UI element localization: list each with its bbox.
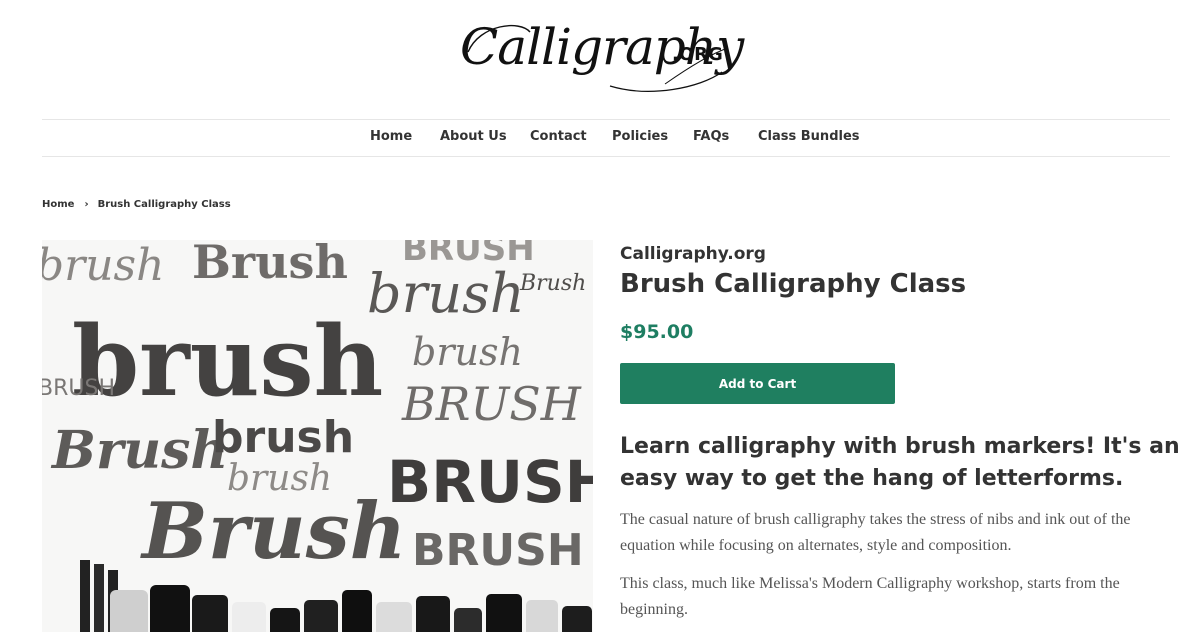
nav-item-policies[interactable]: Policies — [612, 129, 668, 144]
nav-item-home[interactable]: Home — [370, 129, 412, 144]
brush-lettering-artwork: brush Brush BRUSH brush Brush brush BRUS… — [42, 240, 593, 632]
description-heading: Learn calligraphy with brush markers! It… — [620, 434, 1180, 491]
product-vendor[interactable]: Calligraphy.org — [620, 244, 766, 264]
nav-item-faqs[interactable]: FAQs — [693, 129, 729, 144]
lettering-word: brush — [72, 305, 383, 418]
product-image[interactable]: brush Brush BRUSH brush Brush brush BRUS… — [42, 240, 593, 632]
lettering-word: BRUSH — [401, 377, 582, 431]
breadcrumb: Home › Brush Calligraphy Class — [42, 199, 231, 210]
lettering-word: BRUSH — [42, 376, 115, 401]
lettering-word: BRUSH — [412, 525, 584, 576]
nav-item-contact[interactable]: Contact — [530, 129, 587, 144]
breadcrumb-current: Brush Calligraphy Class — [97, 199, 231, 210]
nav-item-about-us[interactable]: About Us — [440, 129, 507, 144]
lettering-word: Brush — [50, 420, 228, 481]
description-paragraph: The casual nature of brush calligraphy t… — [620, 511, 1131, 554]
lettering-word: brush — [42, 240, 164, 291]
logo-org-text: .ORG — [672, 44, 723, 65]
lettering-word: brush — [412, 330, 523, 374]
add-to-cart-button[interactable]: Add to Cart — [620, 363, 895, 404]
lettering-word: Brush — [519, 271, 586, 296]
product-price: $95.00 — [620, 321, 694, 343]
description-paragraph: This class, much like Melissa's Modern C… — [620, 575, 1120, 618]
lettering-word: Brush — [192, 240, 348, 289]
main-nav: Home About Us Contact Policies FAQs Clas… — [42, 119, 1170, 157]
site-logo[interactable]: Calligraphy .ORG — [460, 14, 744, 94]
breadcrumb-home-link[interactable]: Home — [42, 199, 74, 210]
nav-item-class-bundles[interactable]: Class Bundles — [758, 129, 860, 144]
breadcrumb-separator-icon: › — [84, 199, 89, 210]
lettering-word: BRUSH — [387, 448, 593, 516]
lettering-word: brush — [212, 412, 354, 463]
lettering-word: brush — [367, 262, 525, 325]
lettering-word: Brush — [140, 486, 406, 577]
product-title: Brush Calligraphy Class — [620, 269, 967, 299]
site-header: Calligraphy .ORG — [0, 14, 1200, 94]
